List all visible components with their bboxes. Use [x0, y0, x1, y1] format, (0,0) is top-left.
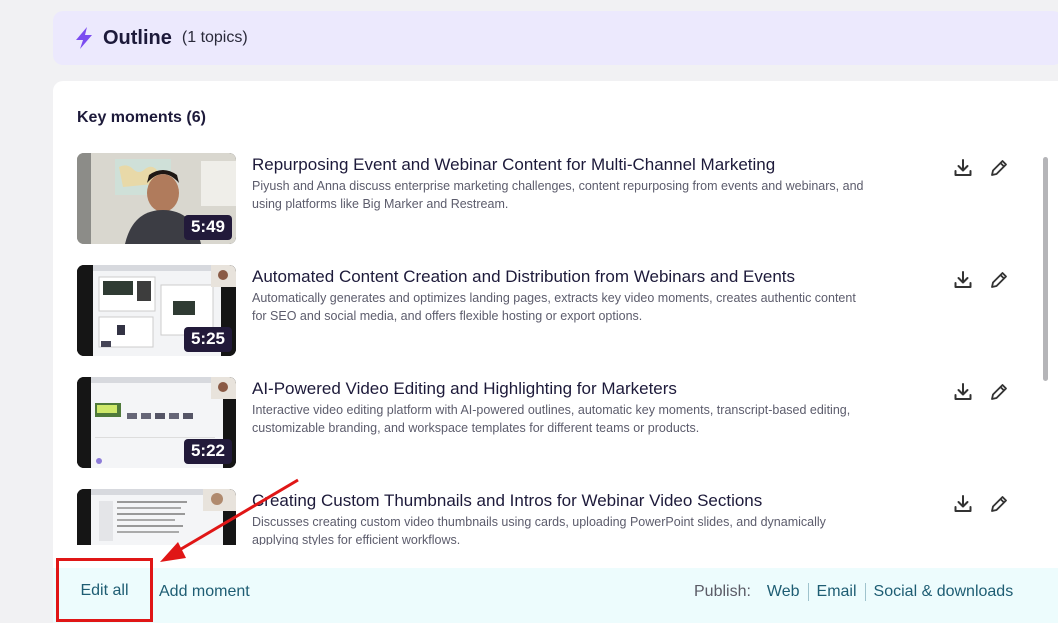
moment-title[interactable]: Repurposing Event and Webinar Content fo… — [252, 154, 872, 176]
key-moments-card: Key moments (6) 5:49 Repurposing Event a… — [53, 81, 1058, 623]
pencil-icon[interactable] — [989, 270, 1009, 290]
edit-all-button[interactable]: Edit all — [56, 558, 153, 622]
outline-title: Outline — [103, 26, 172, 49]
publish-options: Publish: Web Email Social & downloads — [694, 583, 1021, 601]
lightning-bolt-icon — [73, 26, 95, 50]
download-icon[interactable] — [953, 382, 973, 402]
pencil-icon[interactable] — [989, 494, 1009, 514]
add-moment-button[interactable]: Add moment — [159, 583, 250, 601]
publish-web-link[interactable]: Web — [759, 583, 808, 601]
download-icon[interactable] — [953, 158, 973, 178]
download-icon[interactable] — [953, 494, 973, 514]
moment-description: Piyush and Anna discuss enterprise marke… — [252, 179, 864, 211]
moment-title[interactable]: AI-Powered Video Editing and Highlightin… — [252, 378, 872, 400]
moment-description: Automatically generates and optimizes la… — [252, 291, 856, 323]
footer-bar: Edit all Add moment Publish: Web Email S… — [53, 558, 1058, 623]
key-moment-item[interactable]: 5:25 Automated Content Creation and Dist… — [77, 264, 1037, 376]
key-moment-item[interactable]: 5:22 AI-Powered Video Editing and Highli… — [77, 376, 1037, 488]
scrollbar-thumb[interactable] — [1043, 157, 1048, 381]
scrollbar[interactable] — [1041, 151, 1049, 551]
moment-title[interactable]: Automated Content Creation and Distribut… — [252, 266, 872, 288]
moment-duration: 5:25 — [183, 327, 232, 352]
publish-social-downloads-link[interactable]: Social & downloads — [866, 583, 1022, 601]
moment-title[interactable]: Creating Custom Thumbnails and Intros fo… — [252, 490, 872, 512]
download-icon[interactable] — [953, 270, 973, 290]
publish-email-link[interactable]: Email — [809, 583, 865, 601]
outline-header: Outline (1 topics) — [53, 11, 1058, 65]
moment-description: Discusses creating custom video thumbnai… — [252, 515, 826, 545]
moment-duration: 5:49 — [183, 215, 232, 240]
outline-topic-count: (1 topics) — [181, 29, 248, 46]
key-moment-item[interactable]: 5:49 Repurposing Event and Webinar Conte… — [77, 152, 1037, 264]
key-moments-list: 5:49 Repurposing Event and Webinar Conte… — [77, 152, 1037, 545]
moment-thumbnail[interactable] — [77, 489, 236, 545]
moment-description: Interactive video editing platform with … — [252, 403, 851, 435]
publish-label: Publish: — [694, 583, 751, 600]
moment-thumbnail[interactable]: 5:25 — [77, 265, 236, 356]
pencil-icon[interactable] — [989, 382, 1009, 402]
key-moments-title: Key moments (6) — [77, 109, 206, 126]
moment-thumbnail[interactable]: 5:49 — [77, 153, 236, 244]
moment-thumbnail[interactable]: 5:22 — [77, 377, 236, 468]
moment-duration: 5:22 — [183, 439, 232, 464]
pencil-icon[interactable] — [989, 158, 1009, 178]
key-moment-item[interactable]: Creating Custom Thumbnails and Intros fo… — [77, 488, 1037, 545]
